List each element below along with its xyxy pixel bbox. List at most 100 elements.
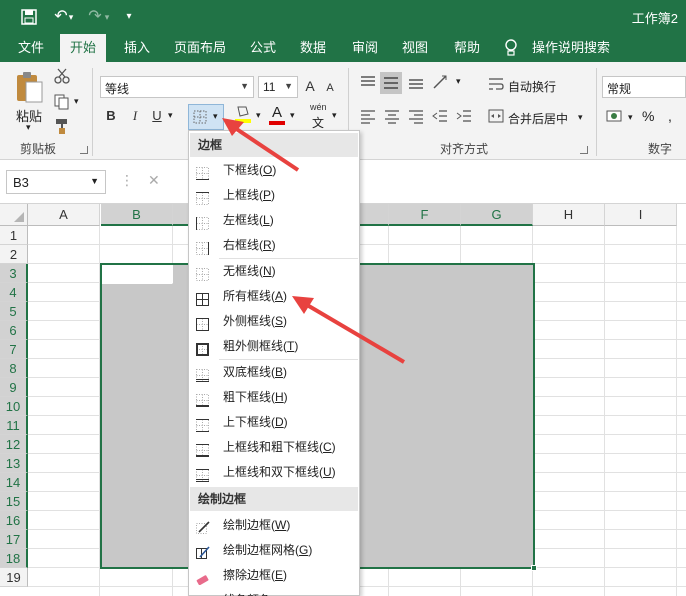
paste-dropdown-icon[interactable]: ▾ bbox=[26, 122, 31, 133]
row-header[interactable]: 1 bbox=[0, 226, 28, 245]
row-header[interactable]: 10 bbox=[0, 397, 28, 416]
row-header[interactable]: 5 bbox=[0, 302, 28, 321]
name-box[interactable]: B3 ▼ bbox=[6, 170, 106, 194]
align-middle-icon[interactable] bbox=[380, 72, 402, 94]
select-all-button[interactable] bbox=[0, 204, 28, 226]
bold-button[interactable]: B bbox=[102, 106, 120, 126]
cancel-icon[interactable]: ✕ bbox=[148, 172, 160, 189]
orientation-icon[interactable] bbox=[432, 74, 454, 90]
format-painter-icon[interactable] bbox=[54, 118, 72, 136]
row-header[interactable]: 7 bbox=[0, 340, 28, 359]
menu-item-line-color[interactable]: 线条颜色 bbox=[190, 588, 358, 596]
row-header[interactable]: 13 bbox=[0, 454, 28, 473]
row-header[interactable]: 17 bbox=[0, 530, 28, 549]
wrap-text-icon[interactable] bbox=[488, 76, 504, 92]
column-header[interactable]: B bbox=[101, 204, 173, 226]
wrap-text-button[interactable]: 自动换行 bbox=[508, 78, 556, 95]
underline-dropdown-icon[interactable]: ▾ bbox=[168, 110, 173, 121]
clipboard-launcher-icon[interactable] bbox=[80, 146, 88, 154]
column-header[interactable]: A bbox=[28, 204, 100, 226]
row-header[interactable]: 4 bbox=[0, 283, 28, 302]
menu-item-top-border[interactable]: 上框线(P) bbox=[190, 183, 358, 208]
menu-item-thick-box-border[interactable]: 粗外侧框线(T) bbox=[190, 334, 358, 359]
font-color-button[interactable]: A bbox=[268, 104, 286, 126]
row-header[interactable]: 18 bbox=[0, 549, 28, 568]
merge-center-icon[interactable] bbox=[488, 108, 504, 124]
menu-item-bottom-border[interactable]: 下框线(O) bbox=[190, 158, 358, 183]
menu-item-right-border[interactable]: 右框线(R) bbox=[190, 233, 358, 258]
row-header[interactable]: 2 bbox=[0, 245, 28, 264]
grow-font-button[interactable]: A bbox=[302, 76, 318, 96]
decrease-indent-icon[interactable] bbox=[432, 108, 448, 124]
align-left-icon[interactable] bbox=[360, 108, 376, 124]
row-header[interactable]: 12 bbox=[0, 435, 28, 454]
percent-button[interactable]: % bbox=[642, 108, 654, 124]
cut-icon[interactable] bbox=[54, 68, 72, 86]
menu-item-draw-border[interactable]: 绘制边框(W) bbox=[190, 513, 358, 538]
tell-me-search[interactable]: 操作说明搜索 bbox=[522, 34, 620, 62]
align-top-icon[interactable] bbox=[360, 74, 376, 90]
menu-item-top-thick-bottom-border[interactable]: 上框线和粗下框线(C) bbox=[190, 435, 358, 460]
orientation-dropdown-icon[interactable]: ▾ bbox=[456, 76, 461, 87]
font-name-select[interactable]: 等线 ▼ bbox=[100, 76, 254, 98]
row-header[interactable]: 6 bbox=[0, 321, 28, 340]
menu-item-all-borders[interactable]: 所有框线(A) bbox=[190, 284, 358, 309]
alignment-launcher-icon[interactable] bbox=[580, 146, 588, 154]
tab-view[interactable]: 视图 bbox=[392, 34, 438, 62]
menu-item-top-double-bottom-border[interactable]: 上框线和双下框线(U) bbox=[190, 460, 358, 485]
phonetic-dropdown-icon[interactable]: ▾ bbox=[332, 110, 337, 121]
copy-icon[interactable] bbox=[54, 94, 74, 112]
tab-data[interactable]: 数据 bbox=[290, 34, 336, 62]
accounting-dropdown-icon[interactable]: ▾ bbox=[628, 112, 633, 123]
tab-home[interactable]: 开始 bbox=[60, 34, 107, 62]
fill-color-icon[interactable] bbox=[234, 104, 254, 126]
menu-item-top-bottom-border[interactable]: 上下框线(D) bbox=[190, 410, 358, 435]
redo-dropdown-icon[interactable]: ▾ bbox=[102, 6, 112, 28]
tab-help[interactable]: 帮助 bbox=[444, 34, 490, 62]
font-size-select[interactable]: 11 ▼ bbox=[258, 76, 298, 98]
phonetic-icon[interactable]: 文 bbox=[312, 114, 324, 131]
align-center-icon[interactable] bbox=[384, 108, 400, 124]
align-right-icon[interactable] bbox=[408, 108, 424, 124]
merge-dropdown-icon[interactable]: ▾ bbox=[578, 112, 583, 123]
column-header[interactable]: G bbox=[461, 204, 533, 226]
row-header[interactable]: 9 bbox=[0, 378, 28, 397]
accounting-format-icon[interactable] bbox=[606, 108, 624, 124]
row-header[interactable]: 11 bbox=[0, 416, 28, 435]
phonetic-label[interactable]: wén bbox=[310, 102, 327, 112]
column-header[interactable]: F bbox=[389, 204, 461, 226]
tab-review[interactable]: 审阅 bbox=[342, 34, 388, 62]
paste-icon[interactable] bbox=[14, 70, 44, 104]
row-header[interactable]: 14 bbox=[0, 473, 28, 492]
menu-item-no-border[interactable]: 无框线(N) bbox=[190, 259, 358, 284]
italic-button[interactable]: I bbox=[126, 106, 144, 126]
borders-button[interactable]: ▾ bbox=[188, 104, 224, 130]
shrink-font-button[interactable]: A bbox=[322, 78, 338, 98]
align-bottom-icon[interactable] bbox=[408, 74, 424, 90]
save-icon[interactable] bbox=[18, 6, 40, 28]
tab-insert[interactable]: 插入 bbox=[114, 34, 160, 62]
column-header[interactable]: I bbox=[605, 204, 677, 226]
tab-file[interactable]: 文件 bbox=[8, 34, 54, 62]
increase-indent-icon[interactable] bbox=[456, 108, 472, 124]
fill-color-dropdown-icon[interactable]: ▾ bbox=[256, 110, 261, 121]
comma-style-icon[interactable]: , bbox=[668, 108, 672, 124]
menu-item-double-bottom-border[interactable]: 双底框线(B) bbox=[190, 360, 358, 385]
fill-handle[interactable] bbox=[531, 565, 537, 571]
menu-item-draw-border-grid[interactable]: 绘制边框网格(G) bbox=[190, 538, 358, 563]
row-header[interactable]: 8 bbox=[0, 359, 28, 378]
row-header[interactable]: 3 bbox=[0, 264, 28, 283]
undo-dropdown-icon[interactable]: ▾ bbox=[66, 6, 76, 28]
menu-item-thick-bottom-border[interactable]: 粗下框线(H) bbox=[190, 385, 358, 410]
menu-item-erase-border[interactable]: 擦除边框(E) bbox=[190, 563, 358, 588]
number-format-select[interactable]: 常规 bbox=[602, 76, 686, 98]
tab-formulas[interactable]: 公式 bbox=[240, 34, 286, 62]
tab-page-layout[interactable]: 页面布局 bbox=[164, 34, 236, 62]
row-header[interactable]: 16 bbox=[0, 511, 28, 530]
row-header[interactable]: 19 bbox=[0, 568, 28, 587]
copy-dropdown-icon[interactable]: ▾ bbox=[74, 96, 79, 107]
merge-center-button[interactable]: 合并后居中 bbox=[508, 110, 568, 127]
font-color-dropdown-icon[interactable]: ▾ bbox=[290, 110, 295, 121]
column-header[interactable]: H bbox=[533, 204, 605, 226]
menu-item-left-border[interactable]: 左框线(L) bbox=[190, 208, 358, 233]
